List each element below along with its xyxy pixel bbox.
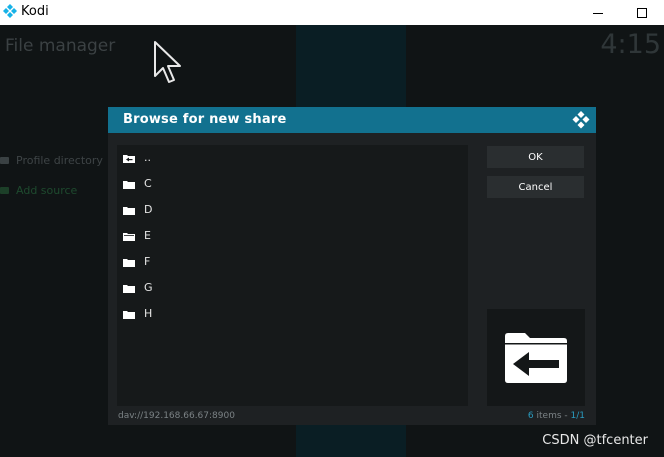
minimize-icon xyxy=(593,13,603,14)
page-number: 1/1 xyxy=(570,411,585,421)
add-source-item[interactable]: Add source xyxy=(0,184,77,197)
list-item-g[interactable]: G xyxy=(117,275,468,301)
folder-preview xyxy=(487,309,585,406)
list-item-label: C xyxy=(144,177,152,190)
add-source-label: Add source xyxy=(16,184,78,197)
item-count: 6 items - 1/1 xyxy=(528,411,585,421)
ok-button[interactable]: OK xyxy=(487,146,584,168)
cancel-button[interactable]: Cancel xyxy=(487,176,584,198)
folder-back-icon xyxy=(123,155,135,163)
list-item-label: F xyxy=(144,255,151,268)
list-item-label: G xyxy=(144,281,153,294)
list-item-label: E xyxy=(144,229,151,242)
list-item-parent[interactable]: .. xyxy=(117,145,468,171)
minimize-button[interactable] xyxy=(576,0,620,25)
kodi-logo-icon xyxy=(3,4,17,18)
browse-dialog: Browse for new share .. C D E F G H OK C… xyxy=(108,107,596,425)
mouse-cursor-icon xyxy=(154,41,181,83)
folder-icon xyxy=(0,187,9,194)
profile-directory-label: Profile directory xyxy=(16,154,103,167)
maximize-icon xyxy=(637,7,647,18)
list-item-label: D xyxy=(144,203,153,216)
dialog-header: Browse for new share xyxy=(108,107,596,133)
folder-icon xyxy=(123,259,135,267)
current-path: dav://192.168.66.67:8900 xyxy=(118,411,235,421)
list-item-c[interactable]: C xyxy=(117,171,468,197)
folder-list: .. C D E F G H xyxy=(117,145,468,406)
folder-icon xyxy=(123,207,135,215)
dialog-title: Browse for new share xyxy=(123,112,287,127)
folder-icon xyxy=(0,157,9,164)
item-count-text: items - xyxy=(533,411,571,421)
clock: 4:15 xyxy=(600,29,661,60)
list-item-d[interactable]: D xyxy=(117,197,468,223)
folder-back-icon xyxy=(505,332,567,383)
watermark: CSDN @tfcenter xyxy=(542,433,648,448)
maximize-button[interactable] xyxy=(620,0,664,25)
list-item-e[interactable]: E xyxy=(117,223,468,249)
folder-icon xyxy=(123,181,135,189)
window-title: Kodi xyxy=(21,4,49,19)
folder-icon xyxy=(123,285,135,293)
list-item-label: .. xyxy=(144,151,151,164)
window-titlebar: Kodi xyxy=(0,0,664,25)
list-item-label: H xyxy=(144,307,153,320)
folder-icon xyxy=(123,311,135,319)
profile-directory-item[interactable]: Profile directory xyxy=(0,154,103,167)
page-title: File manager xyxy=(5,36,116,56)
list-item-h[interactable]: H xyxy=(117,301,468,327)
kodi-logo-icon xyxy=(572,111,590,129)
folder-open-icon xyxy=(123,233,135,241)
list-item-f[interactable]: F xyxy=(117,249,468,275)
